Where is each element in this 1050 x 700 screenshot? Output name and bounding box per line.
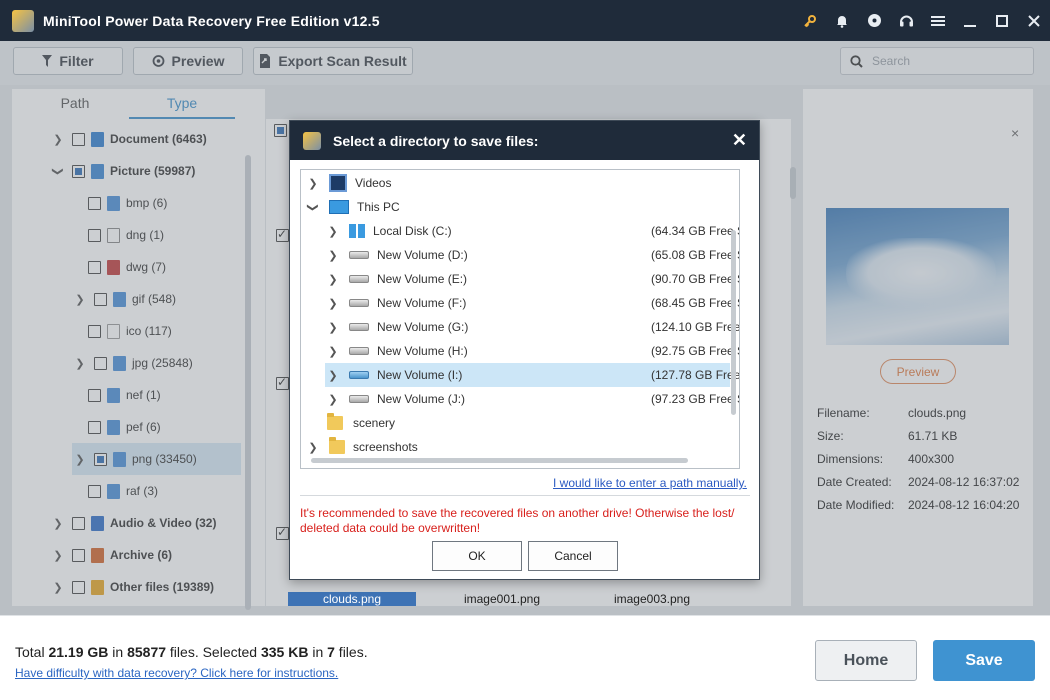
dir-item-drive-j[interactable]: ❯ New Volume (J:) (97.23 GB Free Spa	[325, 387, 739, 411]
dir-item-drive-c[interactable]: ❯ Local Disk (C:) (64.34 GB Free Spa	[325, 219, 739, 243]
chevron-right-icon[interactable]: ❯	[325, 249, 341, 262]
total-text: files. Selected	[166, 644, 261, 660]
enter-path-manually-link[interactable]: I would like to enter a path manually.	[553, 476, 747, 490]
dir-item-label: Videos	[355, 176, 392, 190]
total-text: in	[108, 644, 128, 660]
headphones-icon[interactable]	[890, 0, 922, 41]
windows-drive-icon	[349, 224, 365, 238]
dir-item-drive-g[interactable]: ❯ New Volume (G:) (124.10 GB Free Spa	[325, 315, 739, 339]
dir-item-label: New Volume (H:)	[377, 344, 468, 358]
folder-icon	[329, 437, 345, 454]
save-directory-dialog: Select a directory to save files: ✕ ❯ Vi…	[289, 120, 760, 580]
selected-size: 335 KB	[260, 644, 309, 660]
dir-item-scenery[interactable]: scenery	[325, 411, 730, 435]
scan-total: Total 21.19 GB in 85877 files. Selected …	[15, 644, 368, 660]
overwrite-warning: It's recommended to save the recovered f…	[300, 506, 735, 535]
bell-icon[interactable]	[826, 0, 858, 41]
disc-icon[interactable]	[858, 0, 890, 41]
ok-button[interactable]: OK	[432, 541, 522, 571]
chevron-right-icon[interactable]: ❯	[325, 225, 341, 238]
dir-item-label: New Volume (G:)	[377, 320, 469, 334]
dir-item-drive-d[interactable]: ❯ New Volume (D:) (65.08 GB Free Spa	[325, 243, 739, 267]
app-title: MiniTool Power Data Recovery Free Editio…	[43, 12, 380, 29]
app-logo-icon	[303, 131, 321, 150]
free-space: (64.34 GB Free Spa	[651, 224, 739, 238]
dir-item-drive-i[interactable]: ❯ New Volume (I:) (127.78 GB Free Sp	[325, 363, 739, 387]
help-link[interactable]: Have difficulty with data recovery? Clic…	[15, 666, 338, 680]
file-caption[interactable]: clouds.png	[288, 592, 416, 606]
computer-icon	[329, 200, 349, 214]
file-caption[interactable]: image003.png	[588, 592, 716, 606]
drive-icon	[349, 395, 369, 403]
menu-icon[interactable]	[922, 0, 954, 41]
selected-files: 7	[327, 644, 335, 660]
chevron-right-icon[interactable]: ❯	[325, 345, 341, 358]
chevron-down-icon[interactable]: ❯	[307, 199, 320, 215]
folder-icon	[327, 413, 343, 430]
title-bar-controls	[794, 0, 1050, 41]
drive-icon	[349, 371, 369, 379]
dir-item-label: New Volume (F:)	[377, 296, 467, 310]
key-icon[interactable]	[794, 0, 826, 41]
free-space: (68.45 GB Free Spa	[651, 296, 739, 310]
save-button[interactable]: Save	[933, 640, 1035, 681]
dir-item-label: New Volume (J:)	[377, 392, 466, 406]
total-size: 21.19 GB	[48, 644, 109, 660]
directory-vertical-scrollbar[interactable]	[731, 230, 736, 415]
free-space: (97.23 GB Free Spa	[651, 392, 739, 406]
free-space: (65.08 GB Free Spa	[651, 248, 739, 262]
chevron-right-icon[interactable]: ❯	[325, 393, 341, 406]
dialog-title: Select a directory to save files:	[333, 132, 539, 149]
drive-icon	[349, 251, 369, 259]
directory-tree: ❯ Videos ❯ This PC ❯ Local Disk (C:) (64…	[300, 169, 740, 469]
dir-item-screenshots[interactable]: ❯ screenshots	[305, 435, 730, 459]
free-space: (90.70 GB Free Spa	[651, 272, 739, 286]
home-button[interactable]: Home	[815, 640, 917, 681]
dir-item-label: This PC	[357, 200, 400, 214]
drive-icon	[349, 347, 369, 355]
dir-item-label: New Volume (E:)	[377, 272, 468, 286]
drive-icon	[349, 275, 369, 283]
dialog-header: Select a directory to save files: ✕	[290, 121, 759, 160]
chevron-right-icon[interactable]: ❯	[325, 321, 341, 334]
dir-item-drive-h[interactable]: ❯ New Volume (H:) (92.75 GB Free Spa	[325, 339, 739, 363]
dir-item-drive-f[interactable]: ❯ New Volume (F:) (68.45 GB Free Spa	[325, 291, 739, 315]
chevron-right-icon[interactable]: ❯	[325, 273, 341, 286]
title-bar: MiniTool Power Data Recovery Free Editio…	[0, 0, 1050, 41]
chevron-right-icon[interactable]: ❯	[305, 441, 321, 454]
dir-item-label: New Volume (I:)	[377, 368, 463, 382]
free-space: (127.78 GB Free Sp	[651, 368, 740, 382]
total-text: files.	[334, 644, 368, 660]
dir-item-label: New Volume (D:)	[377, 248, 468, 262]
dir-item-videos[interactable]: ❯ Videos	[305, 171, 730, 195]
divider	[300, 495, 750, 496]
dir-item-label: screenshots	[353, 440, 418, 454]
maximize-icon[interactable]	[986, 0, 1018, 41]
dialog-close-icon[interactable]: ✕	[732, 130, 747, 151]
minimize-icon[interactable]	[954, 0, 986, 41]
dir-item-label: scenery	[353, 416, 396, 430]
dir-item-label: Local Disk (C:)	[373, 224, 452, 238]
dir-item-this-pc[interactable]: ❯ This PC	[305, 195, 730, 219]
chevron-right-icon[interactable]: ❯	[325, 369, 341, 382]
video-folder-icon	[329, 174, 347, 192]
close-icon[interactable]	[1018, 0, 1050, 41]
free-space: (124.10 GB Free Spa	[651, 320, 740, 334]
free-space: (92.75 GB Free Spa	[651, 344, 739, 358]
total-text: Total	[15, 644, 49, 660]
file-caption[interactable]: image001.png	[438, 592, 566, 606]
total-text: in	[308, 644, 328, 660]
drive-icon	[349, 299, 369, 307]
dir-item-drive-e[interactable]: ❯ New Volume (E:) (90.70 GB Free Spa	[325, 267, 739, 291]
app-logo-icon	[12, 9, 34, 32]
status-bar: Total 21.19 GB in 85877 files. Selected …	[0, 615, 1050, 700]
chevron-right-icon[interactable]: ❯	[325, 297, 341, 310]
cancel-button[interactable]: Cancel	[528, 541, 618, 571]
total-files: 85877	[127, 644, 167, 660]
chevron-right-icon[interactable]: ❯	[305, 177, 321, 190]
directory-horizontal-scrollbar[interactable]	[311, 458, 688, 463]
drive-icon	[349, 323, 369, 331]
